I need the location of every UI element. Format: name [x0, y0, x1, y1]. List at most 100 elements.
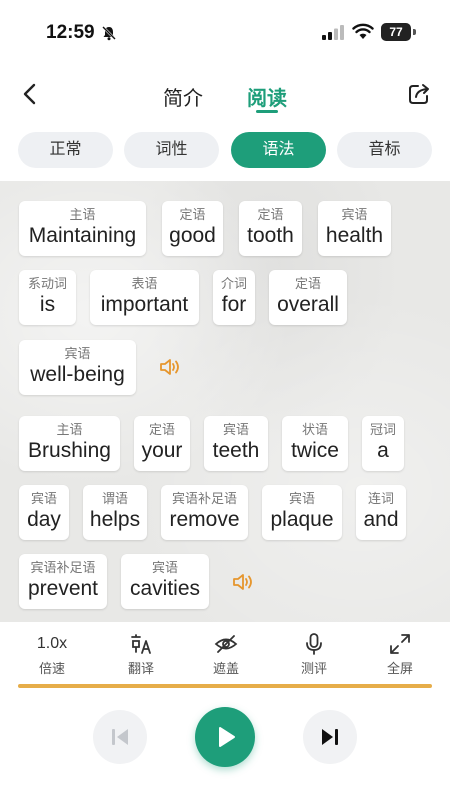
- play-button[interactable]: [195, 707, 255, 767]
- word-card[interactable]: 宾语 plaque: [262, 485, 342, 540]
- word-text: good: [169, 224, 216, 247]
- mode-tabs: 正常 词性 语法 音标: [18, 132, 432, 168]
- grammar-tag: 定语: [257, 207, 284, 222]
- grammar-tag: 宾语补足语: [30, 560, 96, 575]
- word-card[interactable]: 冠词 a: [362, 416, 404, 471]
- word-card[interactable]: 主语 Brushing: [19, 416, 120, 471]
- word-text: is: [39, 293, 56, 316]
- word-card[interactable]: 定语 tooth: [239, 201, 302, 256]
- previous-button[interactable]: [93, 710, 147, 764]
- word-card[interactable]: 宾语 health: [318, 201, 391, 256]
- tab-reading[interactable]: 阅读: [247, 82, 287, 111]
- word-text: health: [325, 224, 384, 247]
- speaker-icon[interactable]: [232, 573, 254, 591]
- word-card[interactable]: 主语 Maintaining: [19, 201, 146, 256]
- word-text: a: [377, 439, 389, 462]
- word-text: helps: [89, 508, 141, 531]
- tool-bar: 1.0x 倍速 翻译 遮盖 测评 全屏: [0, 632, 450, 682]
- word-text: prevent: [27, 577, 99, 600]
- grammar-tag: 连词: [367, 491, 394, 506]
- word-card[interactable]: 状语 twice: [282, 416, 348, 471]
- grammar-tag: 谓语: [101, 491, 128, 506]
- expand-icon: [390, 634, 410, 654]
- skip-next-icon: [322, 729, 338, 745]
- word-text: remove: [169, 508, 240, 531]
- word-card[interactable]: 宾语补足语 prevent: [19, 554, 107, 609]
- word-card[interactable]: 宾语 well-being: [19, 340, 136, 395]
- speed-button[interactable]: 1.0x 倍速: [22, 632, 82, 677]
- grammar-tag: 定语: [148, 422, 175, 437]
- grammar-tag: 状语: [301, 422, 328, 437]
- translate-icon: [131, 634, 151, 654]
- word-text: overall: [277, 293, 339, 316]
- fullscreen-button[interactable]: 全屏: [370, 632, 430, 677]
- mode-tab-grammar[interactable]: 语法: [231, 132, 326, 168]
- grammar-tag: 定语: [294, 276, 321, 291]
- word-text: day: [27, 508, 61, 531]
- cover-button[interactable]: 遮盖: [196, 632, 256, 677]
- fullscreen-label: 全屏: [386, 661, 413, 676]
- signal-icon: [322, 25, 344, 40]
- word-text: cavities: [129, 577, 201, 600]
- active-tab-indicator: [256, 110, 278, 113]
- grammar-tag: 宾语: [288, 491, 315, 506]
- grammar-tag: 宾语: [30, 491, 57, 506]
- cover-label: 遮盖: [212, 661, 239, 676]
- status-bar: 12:59 77: [0, 0, 450, 62]
- word-text: and: [363, 508, 399, 531]
- speed-label: 倍速: [38, 661, 65, 676]
- bell-muted-icon: [102, 26, 116, 41]
- word-text: well-being: [30, 363, 125, 386]
- wifi-icon: [352, 23, 374, 39]
- grammar-tag: 主语: [56, 422, 83, 437]
- player-controls: [0, 700, 450, 780]
- word-text: plaque: [270, 508, 334, 531]
- word-card[interactable]: 系动词 is: [19, 270, 76, 325]
- word-text: your: [141, 439, 183, 462]
- grammar-tag: 宾语: [341, 207, 368, 222]
- word-card[interactable]: 宾语 cavities: [121, 554, 209, 609]
- evaluate-label: 测评: [300, 661, 327, 676]
- next-button[interactable]: [303, 710, 357, 764]
- battery-tip: [413, 29, 416, 35]
- microphone-icon: [306, 633, 322, 655]
- progress-bar[interactable]: [18, 684, 432, 688]
- word-card[interactable]: 表语 important: [90, 270, 199, 325]
- word-text: for: [221, 293, 247, 316]
- word-text: important: [100, 293, 189, 316]
- grammar-tag: 宾语: [222, 422, 249, 437]
- word-card[interactable]: 定语 your: [134, 416, 190, 471]
- word-card[interactable]: 连词 and: [356, 485, 406, 540]
- word-card[interactable]: 谓语 helps: [83, 485, 147, 540]
- speaker-icon[interactable]: [159, 358, 181, 376]
- status-time: 12:59: [46, 22, 95, 43]
- reading-area: 主语 Maintaining 定语 good 定语 tooth 宾语 health 系动…: [0, 181, 450, 622]
- grammar-tag: 系动词: [27, 276, 67, 291]
- mode-tab-normal[interactable]: 正常: [18, 132, 113, 168]
- word-card[interactable]: 定语 overall: [269, 270, 347, 325]
- evaluate-button[interactable]: 测评: [284, 632, 344, 677]
- tab-intro[interactable]: 简介: [163, 82, 203, 111]
- word-card[interactable]: 定语 good: [162, 201, 223, 256]
- translate-button[interactable]: 翻译: [111, 632, 171, 677]
- back-icon[interactable]: [20, 82, 40, 106]
- nav-bar: 简介 阅读: [0, 70, 450, 118]
- grammar-tag: 宾语: [151, 560, 178, 575]
- grammar-tag: 冠词: [369, 422, 396, 437]
- word-text: Brushing: [28, 439, 111, 462]
- word-card[interactable]: 宾语 day: [19, 485, 69, 540]
- word-card[interactable]: 介词 for: [213, 270, 255, 325]
- mode-tab-phonetic[interactable]: 音标: [337, 132, 432, 168]
- word-card[interactable]: 宾语补足语 remove: [161, 485, 248, 540]
- word-text: teeth: [212, 439, 260, 462]
- mode-tab-part-of-speech[interactable]: 词性: [124, 132, 219, 168]
- battery-indicator: 77: [381, 23, 411, 41]
- share-icon[interactable]: [407, 82, 431, 106]
- word-text: Maintaining: [28, 224, 137, 247]
- word-card[interactable]: 宾语 teeth: [204, 416, 268, 471]
- translate-label: 翻译: [127, 661, 154, 676]
- eye-slash-icon: [214, 635, 238, 653]
- skip-previous-icon: [112, 729, 128, 745]
- play-icon: [219, 727, 235, 747]
- grammar-tag: 主语: [69, 207, 96, 222]
